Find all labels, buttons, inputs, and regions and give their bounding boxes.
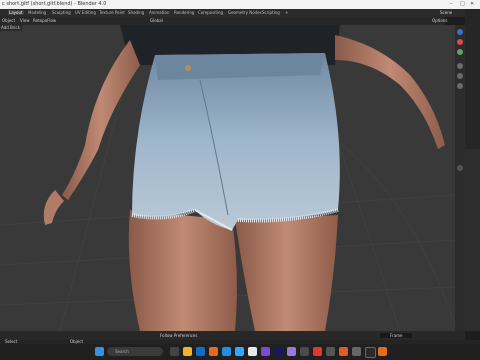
viewport-header: Object View RetopoFlow Global Options: [0, 17, 447, 25]
tab-rendering[interactable]: Rendering: [174, 10, 194, 15]
pan-icon[interactable]: [457, 73, 463, 79]
app-icon-2[interactable]: [248, 347, 257, 356]
mode-dropdown[interactable]: Object: [2, 18, 15, 23]
3d-viewport[interactable]: [0, 25, 455, 331]
add-brick-label: Add Brick: [1, 25, 21, 30]
edge-icon[interactable]: [196, 347, 205, 356]
outliner-panel[interactable]: [465, 9, 480, 149]
follow-preferences-label[interactable]: Follow Preferences: [160, 333, 197, 338]
tab-uv-editing[interactable]: UV Editing: [75, 10, 96, 15]
app-icon-5[interactable]: [326, 347, 335, 356]
menu-view[interactable]: View: [20, 18, 30, 23]
camera-icon[interactable]: [457, 83, 463, 89]
close-icon[interactable]: ✕: [470, 1, 474, 7]
blender-icon[interactable]: [209, 347, 218, 356]
viewport-render: [0, 25, 455, 331]
tool-icon[interactable]: [457, 165, 463, 171]
right-leg: [235, 215, 338, 331]
frame-search-field[interactable]: Frame: [380, 333, 413, 338]
tab-texture-paint[interactable]: Texture Paint: [99, 10, 125, 15]
tab-animation[interactable]: Animation: [149, 10, 169, 15]
taskbar-search[interactable]: Search: [107, 347, 163, 356]
scene-selector[interactable]: Scene: [440, 10, 452, 15]
app-icon-1[interactable]: [222, 347, 231, 356]
menu-select[interactable]: RetopoFlow: [33, 18, 56, 23]
window-title: c short.gltf (short.gltf.blend) - Blende…: [2, 1, 107, 7]
acrobat-icon[interactable]: [313, 347, 322, 356]
premiere-icon[interactable]: [261, 347, 270, 356]
app-icon-4[interactable]: [300, 347, 309, 356]
app-icon-6[interactable]: [339, 347, 348, 356]
tab-geometry-nodes[interactable]: Geometry Nodes: [228, 10, 262, 15]
taskbar: Search: [0, 344, 480, 360]
left-leg: [128, 210, 237, 331]
file-explorer-icon[interactable]: [183, 347, 192, 356]
axis-y-icon[interactable]: [457, 29, 463, 35]
maximize-icon[interactable]: □: [460, 1, 465, 7]
minimize-icon[interactable]: –: [450, 1, 453, 7]
viewport-corner: Add Brick: [0, 25, 22, 31]
tab-shading[interactable]: Shading: [128, 10, 144, 15]
blender-icon-2[interactable]: [378, 347, 387, 356]
tab-modeling[interactable]: Modeling: [28, 10, 46, 15]
app-icon-7[interactable]: [352, 347, 361, 356]
right-arm: [335, 35, 445, 149]
after-effects-icon[interactable]: [287, 347, 296, 356]
tab-scripting[interactable]: Scripting: [262, 10, 280, 15]
app-icon-8[interactable]: [365, 347, 376, 358]
app-icon-3[interactable]: [274, 347, 283, 356]
properties-panel[interactable]: [465, 149, 480, 331]
zoom-icon[interactable]: [457, 63, 463, 69]
windows-start-icon[interactable]: [95, 347, 104, 356]
add-workspace-icon[interactable]: +: [285, 10, 288, 15]
tab-compositing[interactable]: Compositing: [198, 10, 223, 15]
left-arm: [62, 40, 140, 200]
tab-layout[interactable]: Layout: [8, 10, 24, 15]
navigation-gizmo-strip: [455, 25, 465, 331]
photoshop-icon[interactable]: [235, 347, 244, 356]
options-dropdown[interactable]: Options: [432, 18, 447, 23]
workspace-tab-bar: Layout Modeling Sculpting UV Editing Tex…: [0, 9, 480, 17]
axis-x-icon[interactable]: [457, 39, 463, 45]
button: [185, 65, 191, 71]
task-view-icon[interactable]: [170, 347, 179, 356]
title-bar: c short.gltf (short.gltf.blend) - Blende…: [0, 0, 480, 9]
axis-z-icon[interactable]: [457, 49, 463, 55]
left-hand: [43, 190, 64, 225]
transform-orientation-dropdown[interactable]: Global: [150, 18, 163, 23]
tab-sculpting[interactable]: Sculpting: [52, 10, 71, 15]
